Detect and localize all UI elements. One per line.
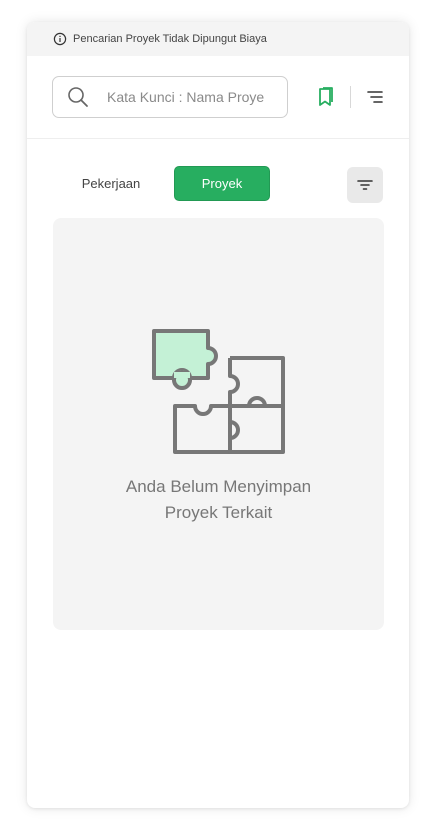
tabs-bar: Pekerjaan Proyek xyxy=(27,139,409,217)
filter-icon xyxy=(357,179,373,191)
info-icon xyxy=(53,32,67,46)
tab-proyek[interactable]: Proyek xyxy=(174,166,270,201)
search-input[interactable] xyxy=(105,88,267,106)
app-frame: Pencarian Proyek Tidak Dipungut Biaya Ka… xyxy=(27,22,409,808)
filter-button[interactable] xyxy=(347,167,383,203)
header-divider xyxy=(350,86,351,108)
empty-state-line-2: Proyek Terkait xyxy=(164,503,273,522)
info-banner: Pencarian Proyek Tidak Dipungut Biaya xyxy=(27,22,409,56)
menu-icon[interactable] xyxy=(367,90,383,104)
empty-state-card: Anda Belum Menyimpan Proyek Terkait xyxy=(53,218,384,630)
search-icon xyxy=(67,86,89,108)
search-header xyxy=(27,56,409,139)
bookmark-icon[interactable] xyxy=(316,87,334,107)
empty-state-line-1: Anda Belum Menyimpan xyxy=(125,477,312,496)
puzzle-icon xyxy=(151,328,287,454)
empty-state-message: Anda Belum Menyimpan Proyek Terkait xyxy=(53,474,384,526)
info-banner-text: Pencarian Proyek Tidak Dipungut Biaya xyxy=(73,33,267,45)
tab-pekerjaan[interactable]: Pekerjaan xyxy=(67,166,155,200)
search-box[interactable] xyxy=(52,76,288,118)
